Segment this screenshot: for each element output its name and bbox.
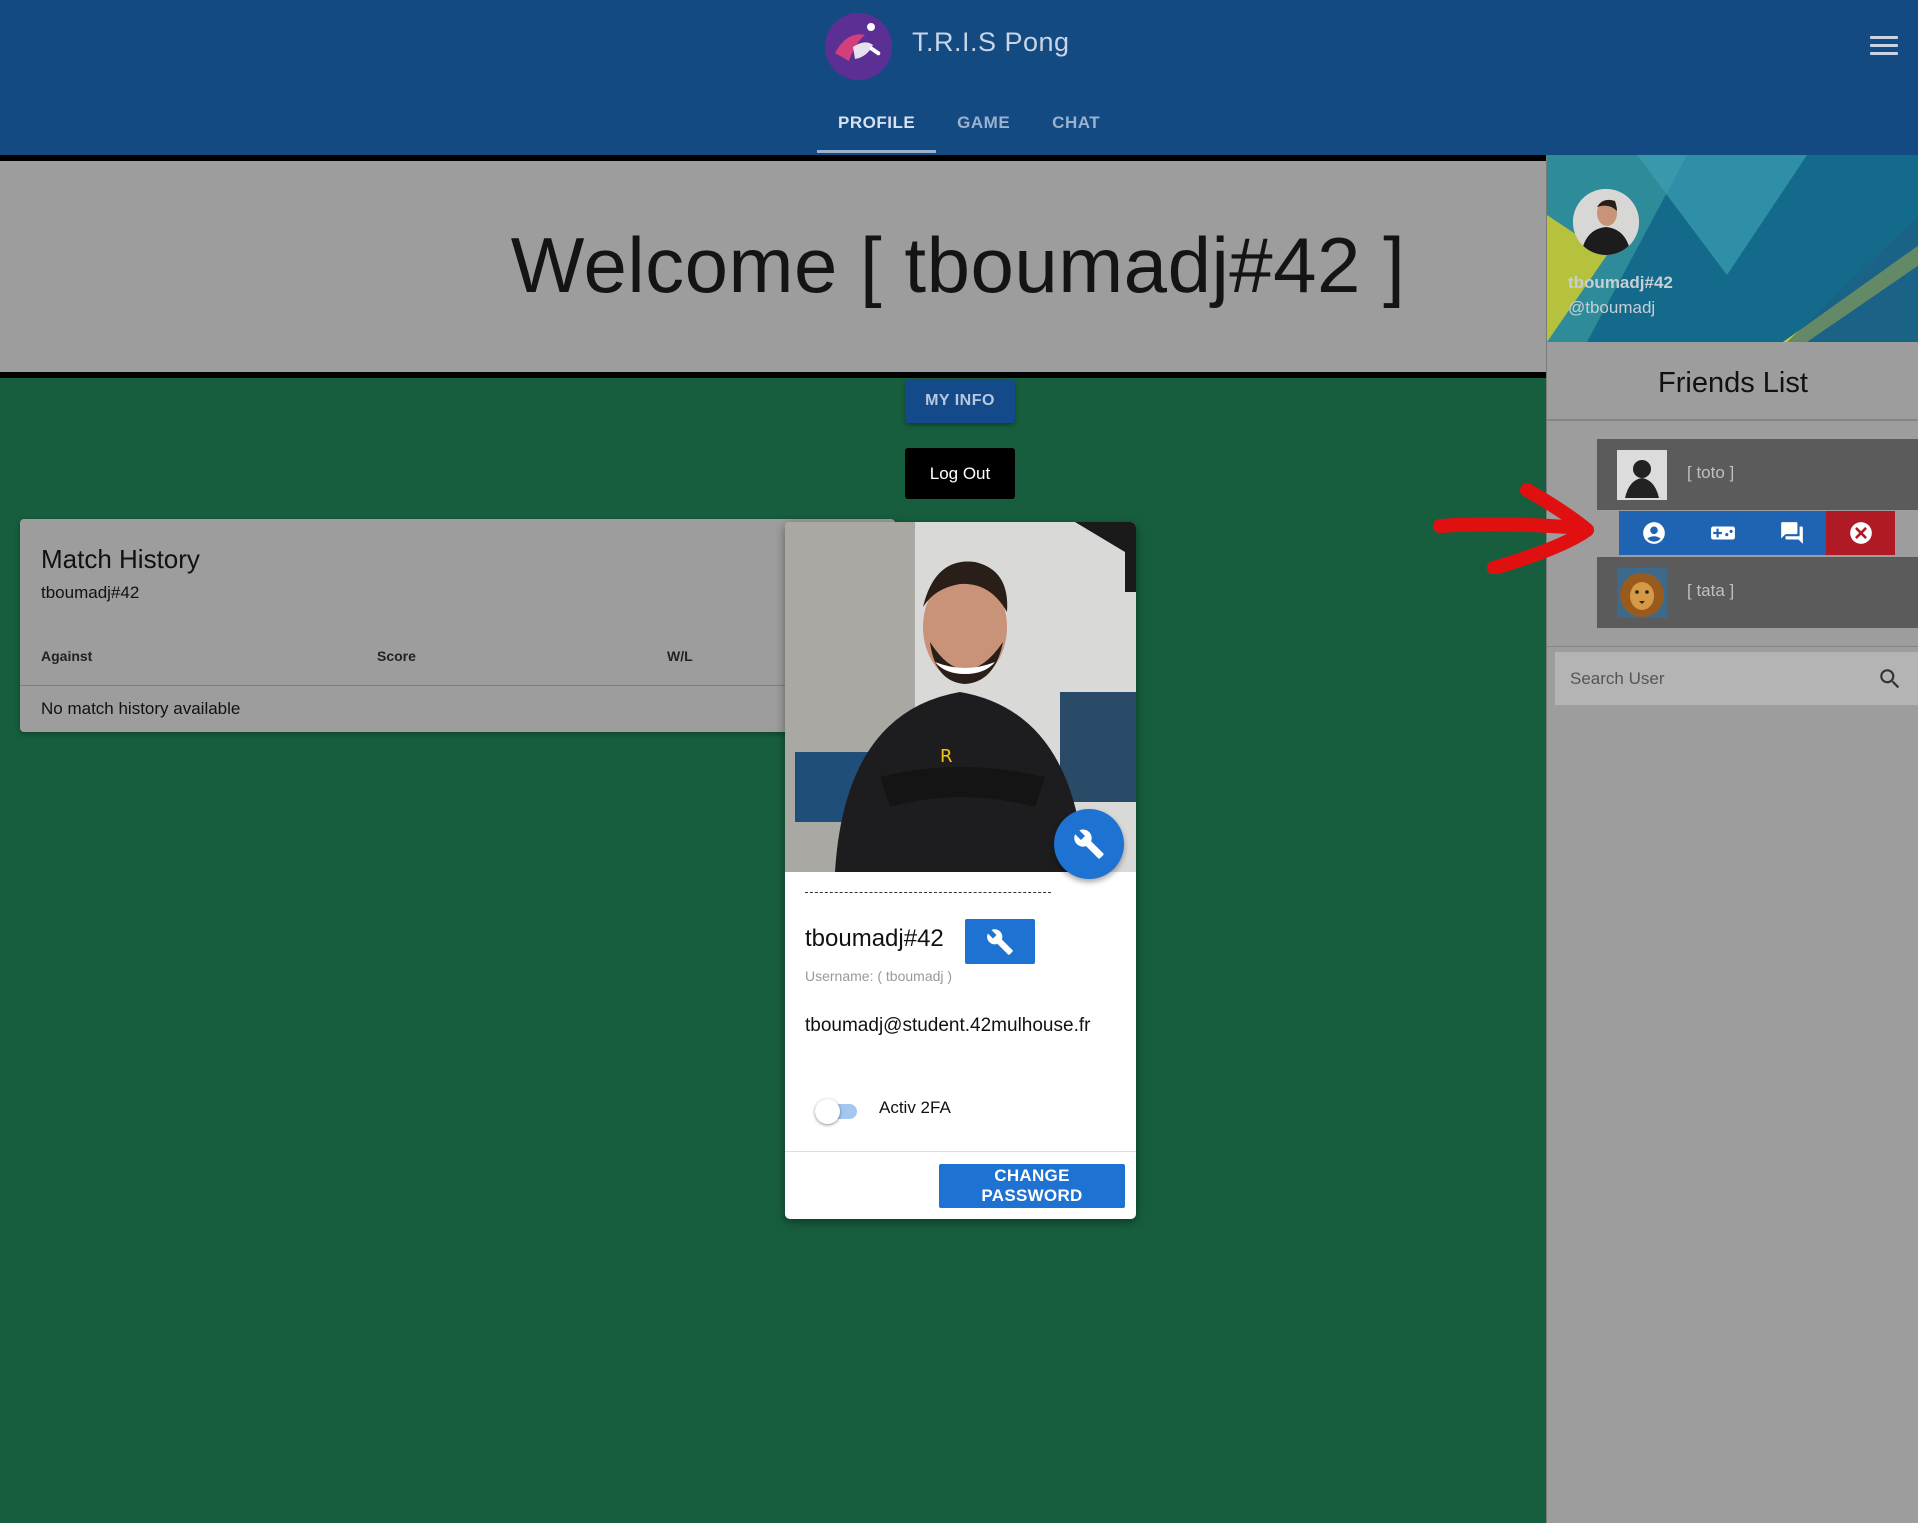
wrench-icon (1074, 829, 1104, 859)
profile-username: Username: ( tboumadj ) (805, 968, 953, 984)
match-history-card: Match History tboumadj#42 Against Score … (20, 519, 895, 732)
toggle-knob (815, 1099, 840, 1124)
profile-display-name: tboumadj#42 (805, 925, 944, 952)
hamburger-menu-icon[interactable] (1870, 36, 1898, 58)
divider (1547, 646, 1918, 647)
wrench-icon (987, 928, 1013, 955)
edit-avatar-button[interactable] (1054, 809, 1124, 879)
friend-name: [ toto ] (1687, 463, 1735, 482)
my-info-button[interactable]: MY INFO (905, 379, 1015, 423)
friend-item-tata[interactable]: [ tata ] (1597, 557, 1918, 628)
match-history-title: Match History (41, 544, 200, 574)
friend-name: [ tata ] (1687, 581, 1735, 600)
default-avatar-icon (1617, 450, 1667, 500)
welcome-banner: Welcome [ tboumadj#42 ] (0, 155, 1546, 378)
log-out-button[interactable]: Log Out (905, 448, 1015, 499)
profile-email: tboumadj@student.42mulhouse.fr (805, 1015, 1091, 1036)
friend-item-toto[interactable]: [ toto ] (1597, 439, 1918, 510)
twofa-label: Activ 2FA (879, 1098, 951, 1117)
invite-game-button[interactable] (1688, 511, 1758, 555)
open-chat-button[interactable] (1757, 511, 1827, 555)
divider (785, 1151, 1136, 1152)
divider (1547, 419, 1918, 421)
app-bar: T.R.I.S Pong PROFILE GAME CHAT (0, 0, 1918, 155)
column-header-score: Score (377, 648, 416, 664)
lion-avatar-icon (1617, 568, 1667, 618)
edit-name-button[interactable] (965, 919, 1035, 964)
search-icon[interactable] (1877, 666, 1903, 692)
account-circle-icon (1642, 522, 1665, 544)
sidebar-handle: @tboumadj (1568, 298, 1656, 317)
sidebar-display-name: tboumadj#42 (1568, 273, 1673, 292)
remove-friend-button[interactable] (1826, 511, 1895, 555)
divider (20, 685, 895, 686)
tab-game[interactable]: GAME (936, 108, 1031, 155)
svg-text:R: R (940, 746, 953, 767)
match-history-subtitle: tboumadj#42 (41, 583, 140, 602)
profile-divider (805, 892, 1051, 893)
view-profile-button[interactable] (1619, 511, 1689, 555)
column-header-wl: W/L (667, 648, 693, 664)
profile-card: R tboumadj#42 Username: ( tboumadj ) tbo… (785, 522, 1136, 1219)
friends-sidebar: tboumadj#42 @tboumadj Friends List [ tot… (1546, 155, 1918, 1523)
red-annotation-arrow (1433, 483, 1594, 574)
tab-chat[interactable]: CHAT (1031, 108, 1121, 155)
change-password-button[interactable]: CHANGE PASSWORD (939, 1164, 1125, 1208)
match-history-empty-text: No match history available (41, 699, 241, 718)
sidebar-profile-header: tboumadj#42 @tboumadj (1547, 155, 1918, 342)
tab-profile[interactable]: PROFILE (817, 108, 937, 155)
twofa-toggle[interactable] (815, 1097, 859, 1125)
column-header-against: Against (41, 648, 93, 664)
chat-icon (1780, 522, 1803, 544)
app-title: T.R.I.S Pong (912, 27, 1070, 57)
pong-logo-icon (825, 13, 892, 80)
gamepad-icon (1710, 526, 1735, 540)
friends-list-title: Friends List (1658, 367, 1808, 399)
user-search (1555, 652, 1918, 705)
close-circle-icon (1849, 522, 1872, 544)
main-tabs: PROFILE GAME CHAT (817, 108, 1121, 155)
search-user-input[interactable] (1555, 652, 1870, 705)
sidebar-avatar[interactable] (1573, 189, 1639, 255)
